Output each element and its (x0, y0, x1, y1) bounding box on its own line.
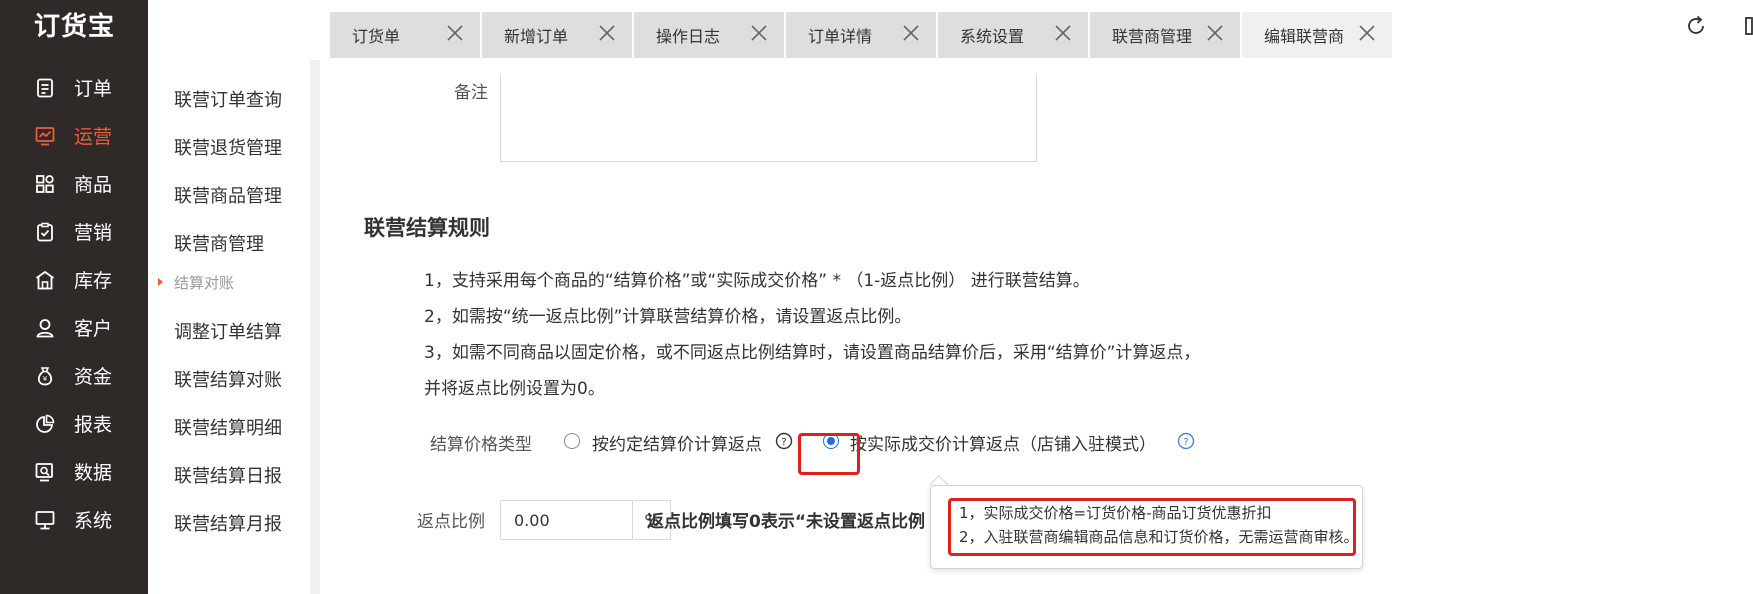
remark-label: 备注 (454, 83, 488, 103)
refresh-icon[interactable] (1684, 14, 1708, 38)
tab-bar: 订货单 新增订单 操作日志 订单详情 系统设置 联营商管理 编辑联营商 (148, 0, 1753, 60)
tab-order-list[interactable]: 订货单 (330, 12, 480, 58)
close-icon[interactable] (446, 23, 464, 43)
tab-label: 系统设置 (960, 27, 1025, 46)
nav-item-customer[interactable]: 客户 (0, 308, 148, 348)
tab-new-order[interactable]: 新增订单 (482, 12, 632, 58)
nav-item-system[interactable]: 系统 (0, 500, 148, 540)
warehouse-icon (35, 270, 55, 290)
nav-item-label: 库存 (74, 270, 113, 292)
close-icon[interactable] (1206, 23, 1224, 43)
close-icon[interactable] (902, 23, 920, 43)
help-icon[interactable]: ? (1177, 432, 1195, 450)
radio-actual-price-label[interactable]: 按实际成交价计算返点（店铺入驻模式） (850, 430, 1156, 455)
close-icon[interactable] (598, 23, 616, 43)
radio-contract-price-label[interactable]: 按约定结算价计算返点 (592, 430, 762, 455)
section-title: 联营结算规则 (364, 216, 490, 240)
app-logo[interactable]: 订货宝 (34, 6, 115, 43)
customer-icon (36, 319, 54, 338)
nav-item-funds[interactable]: ¥ 资金 (0, 356, 148, 396)
remark-textarea[interactable] (500, 75, 1037, 162)
nav-item-label: 报表 (74, 414, 113, 436)
nav-item-label: 商品 (74, 174, 113, 196)
nav-item-order[interactable]: 订单 (0, 68, 148, 108)
tab-operation-log[interactable]: 操作日志 (634, 12, 784, 58)
highlight-frame (798, 433, 860, 475)
money-bag-icon: ¥ (37, 367, 53, 386)
tab-label: 订单详情 (808, 27, 873, 46)
radio-contract-price[interactable] (564, 433, 580, 449)
nav-item-label: 数据 (74, 462, 113, 484)
close-icon[interactable] (1358, 23, 1376, 43)
rule-text: 1，支持采用每个商品的“结算价格”或“实际成交价格” * （1-返点比例） 进行… (424, 271, 1090, 291)
rate-label: 返点比例 (417, 512, 485, 532)
main-nav: 订货宝 订单 运营 商品 营销 库存 客户 ¥ 资金 报表 数据 系统 (0, 0, 148, 594)
pie-chart-icon (36, 414, 55, 433)
tab-label: 新增订单 (504, 27, 569, 46)
user-menu-icon[interactable] (1744, 14, 1753, 38)
nav-item-data[interactable]: 数据 (0, 452, 148, 492)
tab-franchise-management[interactable]: 联营商管理 (1090, 12, 1240, 58)
sub-nav: 联营订单查询 联营退货管理 联营商品管理 联营商管理 结算对账 调整订单结算 联… (148, 60, 310, 594)
subnav-franchise-return[interactable]: 联营退货管理 (174, 134, 282, 160)
tab-label: 编辑联营商 (1264, 27, 1345, 46)
nav-item-label: 客户 (74, 318, 113, 340)
rule-text: 2，如需按“统一返点比例”计算联营结算价格，请设置返点比例。 (424, 307, 912, 327)
price-type-label: 结算价格类型 (430, 435, 532, 455)
svg-text:?: ? (1183, 437, 1188, 448)
nav-item-label: 系统 (74, 510, 113, 532)
svg-text:?: ? (781, 437, 786, 448)
tab-label: 操作日志 (656, 27, 721, 46)
tab-label: 订货单 (352, 27, 401, 46)
tab-edit-franchise[interactable]: 编辑联营商 (1242, 12, 1392, 58)
marketing-icon (37, 222, 53, 242)
group-marker-icon (158, 278, 163, 286)
monitor-icon (35, 511, 55, 530)
rate-input[interactable] (500, 500, 633, 540)
operation-chart-icon (35, 127, 55, 146)
rule-text: 3，如需不同商品以固定价格，或不同返点比例结算时，请设置商品结算价后，采用“结算… (424, 343, 1201, 363)
nav-item-product[interactable]: 商品 (0, 164, 148, 204)
subnav-adjust-settlement[interactable]: 调整订单结算 (174, 318, 282, 344)
highlight-frame (948, 498, 1356, 556)
rate-hint: 返点比例填写0表示“未设置返点比例 (647, 512, 926, 532)
nav-item-marketing[interactable]: 营销 (0, 212, 148, 252)
subnav-franchise-order-query[interactable]: 联营订单查询 (174, 86, 282, 112)
subnav-settlement-daily[interactable]: 联营结算日报 (174, 462, 282, 488)
nav-item-label: 营销 (74, 222, 113, 244)
tab-order-detail[interactable]: 订单详情 (786, 12, 936, 58)
subnav-group-settlement: 结算对账 (174, 274, 235, 292)
tab-system-settings[interactable]: 系统设置 (938, 12, 1088, 58)
close-icon[interactable] (750, 23, 768, 43)
subnav-franchise-merchant[interactable]: 联营商管理 (174, 230, 264, 256)
product-grid-icon (36, 175, 54, 193)
subnav-franchise-product[interactable]: 联营商品管理 (174, 182, 282, 208)
svg-text:¥: ¥ (43, 375, 48, 383)
rule-text: 并将返点比例设置为0。 (424, 379, 605, 399)
edit-franchise-form: 备注 联营结算规则 1，支持采用每个商品的“结算价格”或“实际成交价格” * （… (320, 60, 1753, 594)
data-icon (35, 463, 53, 482)
nav-item-operation[interactable]: 运营 (0, 116, 148, 156)
tab-label: 联营商管理 (1112, 27, 1193, 46)
subnav-settlement-detail[interactable]: 联营结算明细 (174, 414, 282, 440)
nav-item-inventory[interactable]: 库存 (0, 260, 148, 300)
nav-item-label: 运营 (74, 126, 113, 148)
nav-item-label: 订单 (74, 78, 113, 100)
close-icon[interactable] (1054, 23, 1072, 43)
help-icon[interactable]: ? (775, 432, 793, 450)
nav-item-report[interactable]: 报表 (0, 404, 148, 444)
order-icon (37, 78, 53, 98)
subnav-settlement-reconcile[interactable]: 联营结算对账 (174, 366, 282, 392)
subnav-settlement-monthly[interactable]: 联营结算月报 (174, 510, 282, 536)
nav-item-label: 资金 (74, 366, 113, 388)
